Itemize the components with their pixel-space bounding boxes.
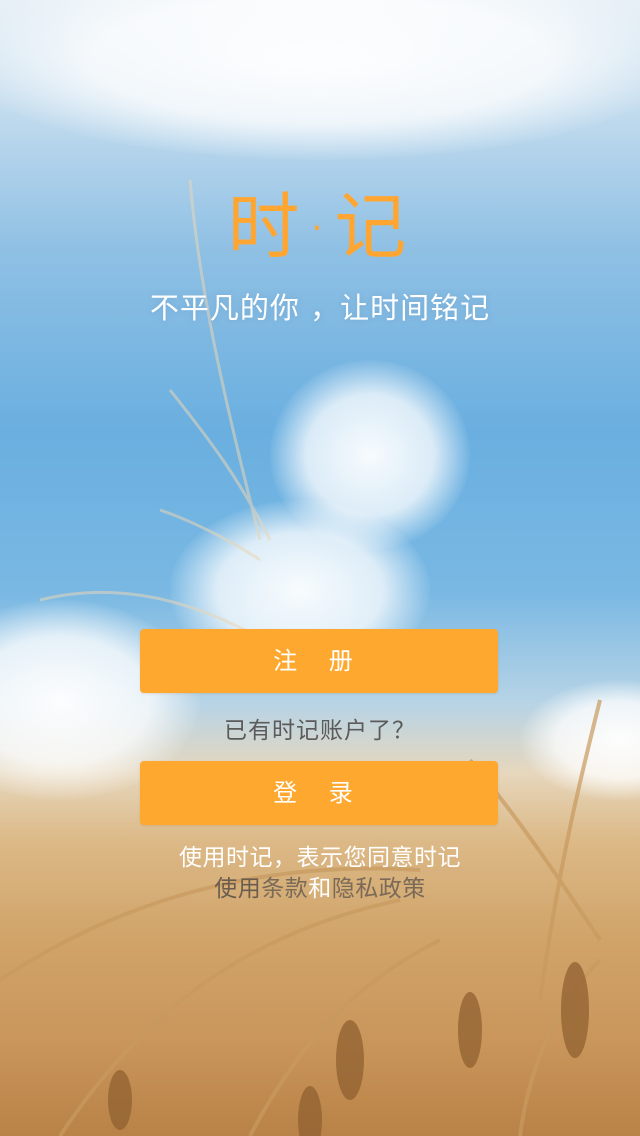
privacy-policy-link[interactable]: 隐私政策: [332, 876, 426, 902]
app-tagline: 不平凡的你 ，让时间铭记: [149, 291, 491, 325]
terms-links-line: 使用条款和隐私政策: [0, 874, 640, 904]
register-button[interactable]: 注 册: [140, 629, 498, 693]
terms-notice: 使用时记，表示您同意时记: [179, 845, 461, 871]
terms-conjunction: 和: [308, 876, 332, 902]
wheat-grass-decoration: [0, 179, 602, 1136]
has-account-text: 已有时记账户了？: [224, 718, 416, 744]
background-image: [0, 0, 640, 1136]
terms-prefix: 使用: [214, 876, 262, 902]
app-logo: 时·记: [227, 185, 413, 269]
terms-link[interactable]: 条款: [261, 876, 308, 902]
login-button[interactable]: 登 录: [140, 761, 498, 825]
